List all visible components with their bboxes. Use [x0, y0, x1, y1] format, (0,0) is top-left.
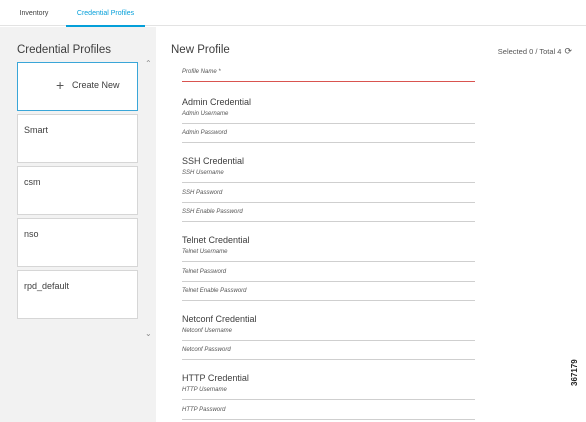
form-title: New Profile [171, 44, 230, 56]
profile-card-label: Smart [24, 125, 49, 135]
field-placeholder: SSH Enable Password [182, 209, 243, 215]
field-placeholder: Telnet Username [182, 249, 228, 255]
create-new-card[interactable]: + Create New [17, 62, 138, 111]
http-password-field[interactable]: HTTP Password [182, 406, 475, 420]
section-admin-credential: Admin Credential [182, 97, 252, 107]
new-profile-form: New Profile Selected 0 / Total 4 ⟳ Profil… [156, 27, 586, 422]
profile-card-rpd-default[interactable]: rpd_default [17, 270, 138, 319]
tab-inventory[interactable]: Inventory [10, 0, 58, 26]
profile-card-smart[interactable]: Smart [17, 114, 138, 163]
profile-card-csm[interactable]: csm [17, 166, 138, 215]
profile-name-field[interactable]: Profile Name * [182, 68, 475, 82]
tab-credential-profiles[interactable]: Credential Profiles [66, 0, 145, 27]
field-placeholder: Telnet Password [182, 269, 227, 275]
section-http-credential: HTTP Credential [182, 373, 249, 383]
profile-card-label: nso [24, 229, 39, 239]
field-placeholder: HTTP Password [182, 407, 226, 413]
admin-password-field[interactable]: Admin Password [182, 129, 475, 143]
selection-summary: Selected 0 / Total 4 ⟳ [498, 46, 572, 57]
section-netconf-credential: Netconf Credential [182, 314, 257, 324]
profile-card-nso[interactable]: nso [17, 218, 138, 267]
field-placeholder: Netconf Password [182, 347, 231, 353]
section-telnet-credential: Telnet Credential [182, 235, 250, 245]
profile-card-label: csm [24, 177, 41, 187]
telnet-password-field[interactable]: Telnet Password [182, 268, 475, 282]
field-placeholder: SSH Username [182, 170, 224, 176]
admin-username-field[interactable]: Admin Username [182, 110, 475, 124]
field-placeholder: Netconf Username [182, 328, 233, 334]
plus-icon: + [56, 77, 65, 93]
netconf-password-field[interactable]: Netconf Password [182, 346, 475, 360]
chevron-down-icon[interactable]: ⌄ [145, 329, 152, 338]
profile-card-label: rpd_default [24, 281, 70, 291]
field-placeholder: Admin Password [182, 130, 228, 136]
field-placeholder: Admin Username [182, 111, 229, 117]
section-ssh-credential: SSH Credential [182, 156, 245, 166]
credential-profiles-panel: Credential Profiles + Create New Smart c… [0, 27, 156, 422]
refresh-icon[interactable]: ⟳ [564, 46, 572, 57]
field-placeholder: Profile Name * [182, 69, 221, 75]
chevron-up-icon[interactable]: ⌃ [145, 59, 152, 68]
panel-title: Credential Profiles [17, 44, 111, 56]
create-new-label: Create New [72, 80, 120, 90]
field-placeholder: HTTP Username [182, 387, 227, 393]
field-placeholder: Telnet Enable Password [182, 288, 247, 294]
figure-id: 367179 [570, 359, 579, 386]
netconf-username-field[interactable]: Netconf Username [182, 327, 475, 341]
ssh-enable-password-field[interactable]: SSH Enable Password [182, 208, 475, 222]
http-username-field[interactable]: HTTP Username [182, 386, 475, 400]
telnet-username-field[interactable]: Telnet Username [182, 248, 475, 262]
selected-total-text: Selected 0 / Total 4 [497, 47, 562, 56]
ssh-username-field[interactable]: SSH Username [182, 169, 475, 183]
telnet-enable-password-field[interactable]: Telnet Enable Password [182, 287, 475, 301]
tab-bar: Inventory Credential Profiles [0, 0, 586, 27]
ssh-password-field[interactable]: SSH Password [182, 189, 475, 203]
field-placeholder: SSH Password [182, 190, 223, 196]
